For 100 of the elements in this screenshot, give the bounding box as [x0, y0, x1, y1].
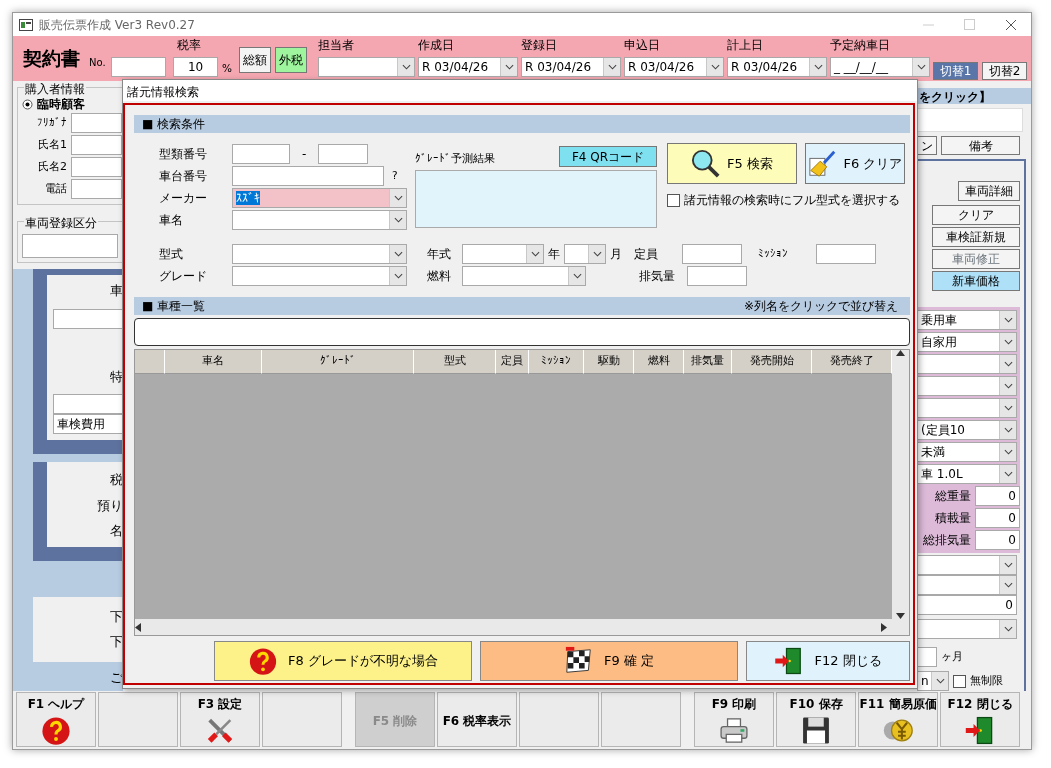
input-field[interactable]	[71, 179, 122, 199]
checkbox[interactable]: 無制限	[953, 673, 1003, 689]
dropdown[interactable]: 未満	[917, 442, 1017, 462]
action-button[interactable]: F12 閉じる	[746, 641, 910, 681]
dropdown[interactable]	[462, 244, 544, 264]
dropdown[interactable]	[917, 619, 1017, 639]
broom-icon	[807, 148, 838, 179]
dropdown[interactable]	[232, 266, 407, 286]
function-key[interactable]: F1 ヘルプ	[16, 692, 96, 747]
input-field[interactable]	[917, 647, 937, 667]
dropdown[interactable]: R 03/04/26	[624, 57, 724, 77]
caret-icon	[1003, 361, 1013, 367]
function-key[interactable]	[262, 692, 342, 747]
dropdown[interactable]	[917, 354, 1017, 374]
caret-icon	[572, 273, 582, 279]
tax-mode-button[interactable]: 外税	[275, 47, 307, 73]
function-key[interactable]: F12 閉じる	[940, 692, 1020, 747]
function-key[interactable]	[98, 692, 178, 747]
group-label: 車両登録区分	[24, 214, 98, 232]
input-field[interactable]	[71, 157, 122, 177]
dropdown[interactable]	[917, 376, 1017, 396]
switch-button[interactable]: 切替1	[933, 62, 978, 80]
caret-icon	[530, 251, 540, 257]
clear-button[interactable]: F6 クリア	[805, 143, 905, 184]
function-key[interactable]: F6 税率表示	[437, 692, 517, 747]
scroll-left-icon[interactable]	[135, 622, 141, 632]
action-button[interactable]: 新車価格	[932, 271, 1020, 291]
dropdown[interactable]	[318, 57, 415, 77]
caret-icon	[813, 64, 823, 70]
function-key[interactable]: F9 印刷	[694, 692, 774, 747]
function-key[interactable]	[519, 692, 599, 747]
input-field[interactable]	[53, 394, 123, 414]
dropdown[interactable]: 自家用	[917, 332, 1017, 352]
input-field[interactable]	[232, 144, 290, 164]
caret-icon	[1003, 449, 1013, 455]
dropdown[interactable]	[917, 398, 1017, 418]
dropdown[interactable]: n	[917, 671, 949, 691]
action-button[interactable]: F8 グレードが不明な場合	[214, 641, 472, 681]
dropdown[interactable]	[564, 244, 606, 264]
dropdown[interactable]: (定員10	[917, 420, 1017, 440]
scroll-right-icon[interactable]	[881, 622, 887, 632]
dropdown[interactable]	[232, 244, 407, 264]
dropdown[interactable]	[917, 575, 1017, 595]
dropdown[interactable]: _ __/__/__	[830, 57, 930, 77]
field-label: 型式	[159, 246, 184, 263]
input-field[interactable]	[816, 244, 876, 264]
input-field[interactable]	[110, 57, 166, 77]
dropdown[interactable]: R 03/04/26	[521, 57, 621, 77]
caret-icon	[935, 678, 945, 684]
function-key[interactable]: F11 簡易原価	[858, 692, 938, 747]
input-field[interactable]	[53, 308, 123, 329]
input-field[interactable]	[232, 166, 384, 186]
input-field[interactable]: 0	[975, 530, 1020, 550]
function-key[interactable]: F3 設定	[180, 692, 260, 747]
field-label: 下	[109, 633, 123, 651]
field-label: -	[301, 146, 308, 163]
action-button[interactable]: クリア	[932, 205, 1020, 225]
field-label: 総重量	[935, 488, 971, 505]
dropdown[interactable]: R 03/04/26	[727, 57, 827, 77]
search-button[interactable]: F5 検索	[667, 143, 797, 184]
radio-button[interactable]	[22, 98, 33, 110]
action-button[interactable]: F9 確 定	[480, 641, 738, 681]
input-field[interactable]: 車検費用	[53, 414, 123, 434]
dropdown[interactable]: 車 1.0L	[917, 464, 1017, 484]
tab[interactable]: 備考	[941, 136, 1020, 155]
qr-code-button[interactable]: F4 QRコード	[559, 146, 657, 167]
dropdown[interactable]: R 03/04/26	[418, 57, 518, 77]
input-field[interactable]	[22, 234, 118, 258]
action-button[interactable]: 車両詳細	[958, 181, 1020, 201]
maximize-icon[interactable]	[964, 19, 975, 30]
input-field[interactable]: 0	[975, 508, 1020, 528]
action-button[interactable]: 車両修正	[932, 249, 1020, 269]
caret-icon	[1003, 405, 1013, 411]
dropdown[interactable]	[232, 210, 407, 230]
input-field[interactable]: 0	[975, 486, 1020, 506]
input-field[interactable]	[318, 144, 369, 164]
dropdown[interactable]: 乗用車	[917, 310, 1017, 330]
field-label: 名	[109, 522, 123, 540]
field-label: 車名	[159, 212, 184, 229]
dropdown[interactable]	[462, 266, 586, 286]
input-field[interactable]	[71, 113, 122, 133]
scroll-up-icon[interactable]	[896, 350, 905, 356]
input-field[interactable]	[687, 266, 747, 286]
search-icon	[691, 148, 722, 179]
caret-icon	[393, 251, 403, 257]
close-icon[interactable]	[1005, 18, 1017, 31]
switch-button[interactable]: 切替2	[982, 62, 1027, 80]
input-field[interactable]	[682, 244, 742, 264]
action-button[interactable]: 車検証新規	[932, 227, 1020, 247]
input-field[interactable]	[71, 135, 122, 155]
input-field[interactable]: 10	[173, 57, 218, 77]
caret-icon	[393, 217, 403, 223]
checkbox[interactable]: 諸元情報の検索時にフル型式を選択する	[667, 192, 907, 210]
dropdown[interactable]	[917, 555, 1017, 575]
function-key[interactable]	[601, 692, 681, 747]
input-field[interactable]: 0	[917, 595, 1017, 615]
function-key[interactable]: F10 保存	[776, 692, 856, 747]
field-label: 総排気量	[923, 532, 971, 549]
tax-mode-button[interactable]: 総額	[239, 47, 271, 73]
dropdown[interactable]: ｽｽﾞｷ	[232, 188, 407, 208]
